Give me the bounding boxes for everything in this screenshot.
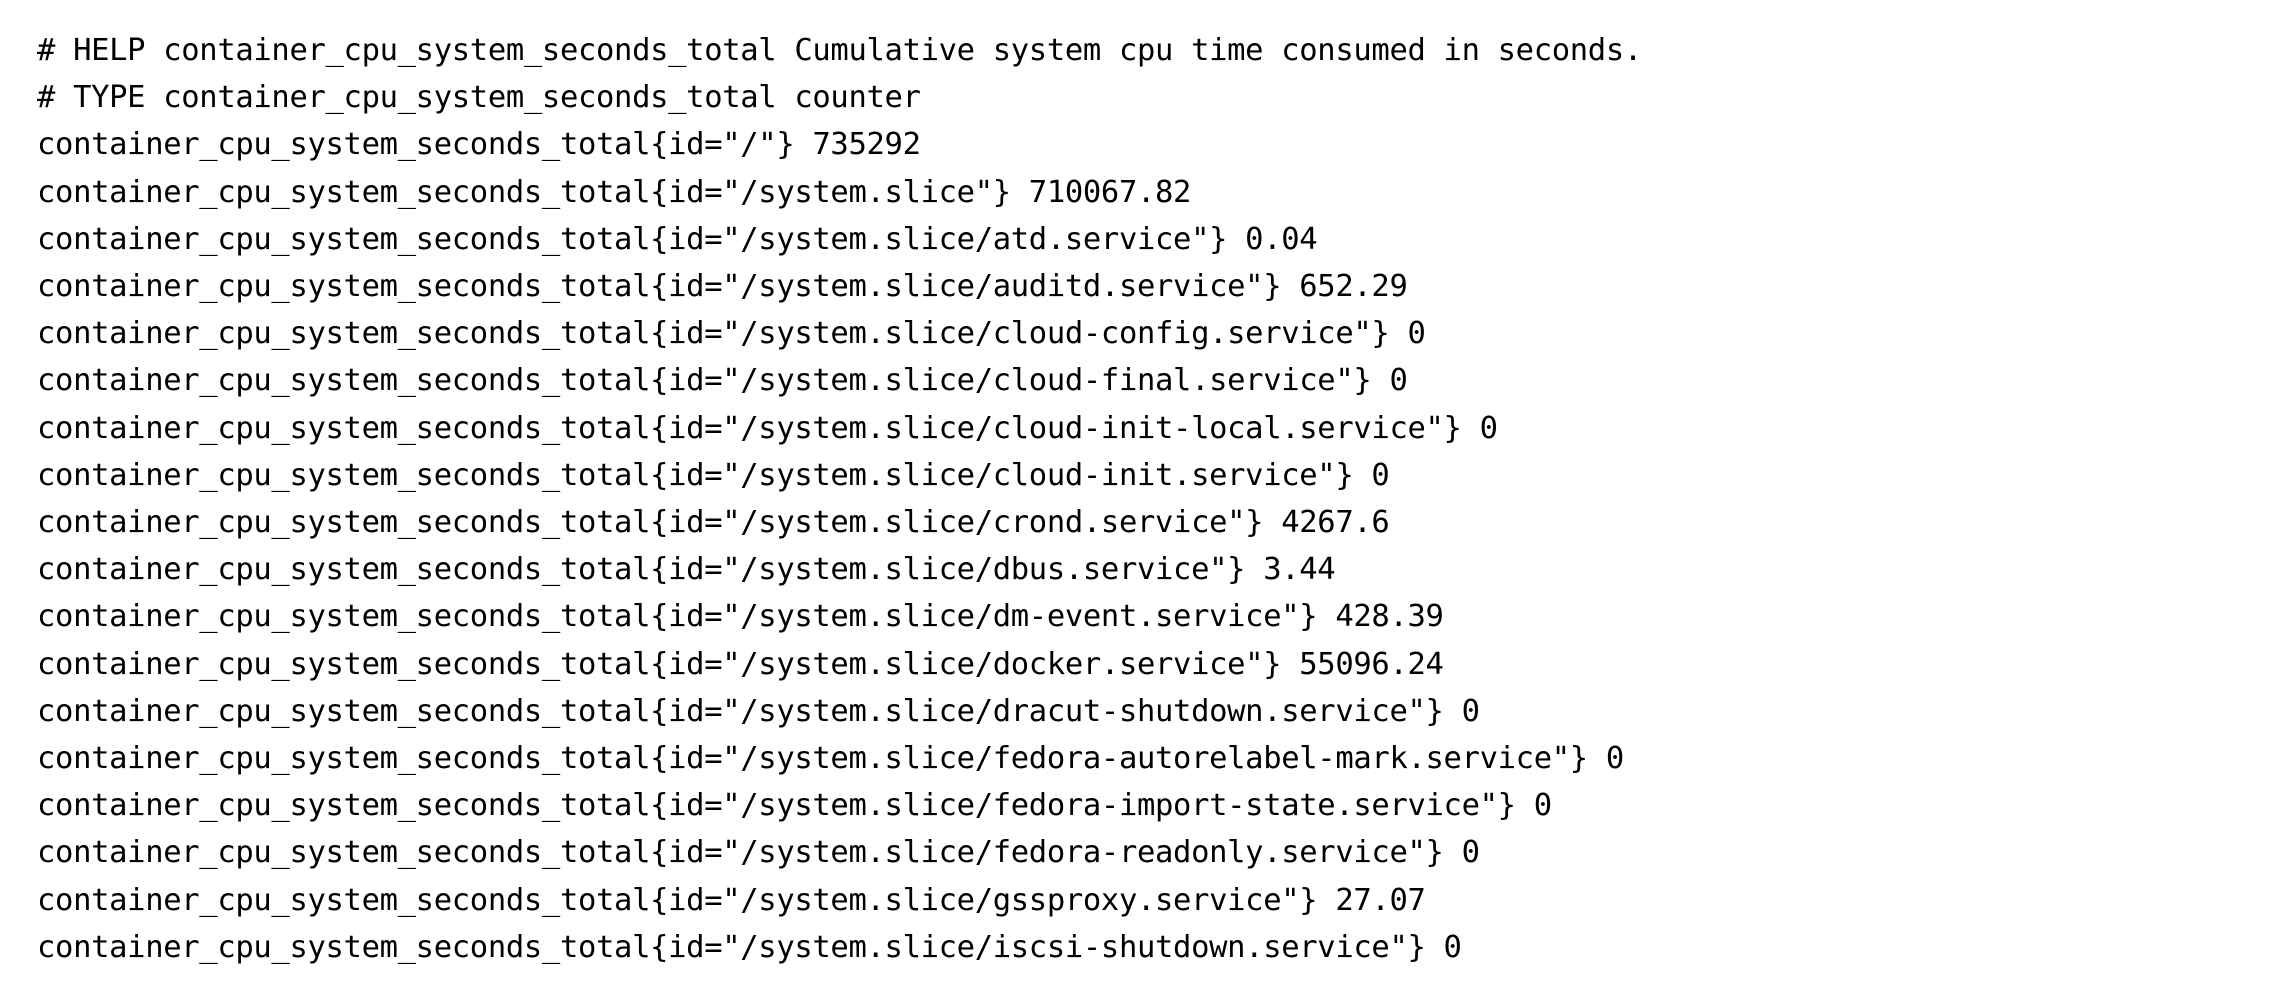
metric-sample-line: container_cpu_system_seconds_total{id="/… [37, 457, 1390, 493]
metric-sample-line: container_cpu_system_seconds_total{id="/… [37, 174, 1192, 210]
metric-sample-line: container_cpu_system_seconds_total{id="/… [37, 788, 1552, 824]
metric-sample-line: container_cpu_system_seconds_total{id="/… [37, 693, 1480, 729]
metric-sample-line: container_cpu_system_seconds_total{id="/… [37, 221, 1318, 257]
metric-sample-line: container_cpu_system_seconds_total{id="/… [37, 552, 1336, 588]
metric-sample-line: container_cpu_system_seconds_total{id="/… [37, 363, 1408, 399]
metric-sample-line: container_cpu_system_seconds_total{id="/… [37, 316, 1426, 352]
metric-sample-line: container_cpu_system_seconds_total{id="/… [37, 646, 1444, 682]
metric-sample-line: container_cpu_system_seconds_total{id="/… [37, 505, 1390, 541]
metric-sample-line: container_cpu_system_seconds_total{id="/… [37, 127, 921, 163]
metric-sample-line: container_cpu_system_seconds_total{id="/… [37, 410, 1498, 446]
metrics-output[interactable]: # HELP container_cpu_system_seconds_tota… [0, 13, 2284, 981]
metric-sample-line: container_cpu_system_seconds_total{id="/… [37, 269, 1408, 305]
metric-help-comment: # HELP container_cpu_system_seconds_tota… [37, 33, 1642, 68]
metric-sample-line: container_cpu_system_seconds_total{id="/… [37, 835, 1480, 871]
metric-sample-line: container_cpu_system_seconds_total{id="/… [37, 599, 1444, 635]
metric-type-comment: # TYPE container_cpu_system_seconds_tota… [37, 80, 921, 116]
metric-sample-line: container_cpu_system_seconds_total{id="/… [37, 882, 1426, 918]
metric-sample-line: container_cpu_system_seconds_total{id="/… [37, 741, 1624, 777]
metric-sample-line: container_cpu_system_seconds_total{id="/… [37, 929, 1462, 965]
